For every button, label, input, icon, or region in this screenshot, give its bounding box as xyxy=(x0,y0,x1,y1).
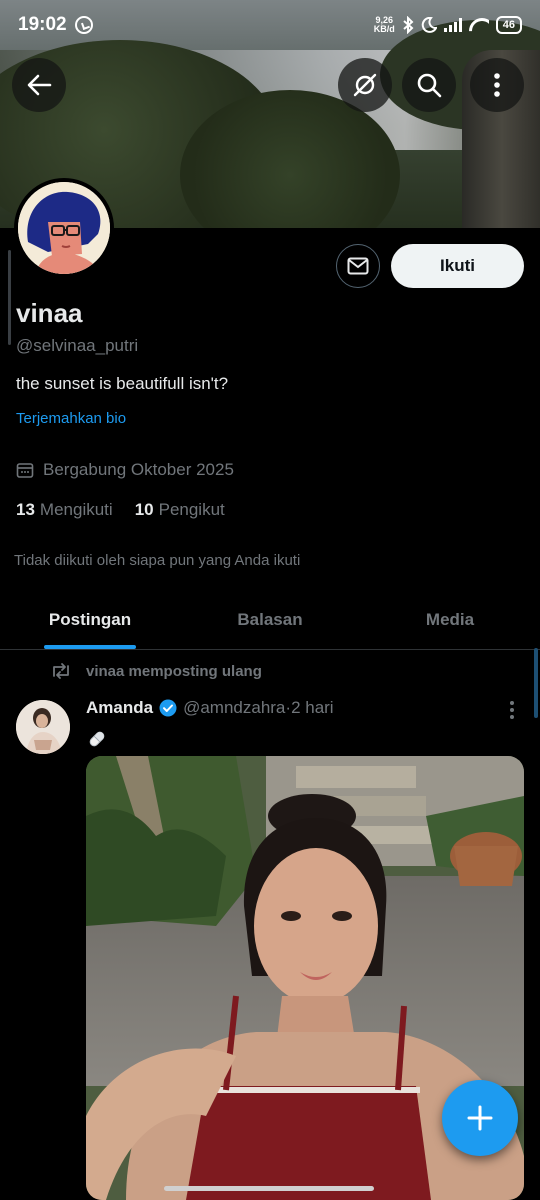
scroll-indicator xyxy=(8,250,11,345)
wifi-icon xyxy=(469,18,489,32)
network-speed: 9,26 KB/d xyxy=(374,16,395,34)
post-header: Amanda @amndzahra · 2 hari xyxy=(86,698,334,718)
status-bar: 19:02 9,26 KB/d 46 xyxy=(0,0,540,50)
grok-icon xyxy=(353,73,377,97)
repost-text: vinaa memposting ulang xyxy=(86,662,262,680)
more-vertical-icon xyxy=(494,73,500,97)
translate-bio-link[interactable]: Terjemahkan bio xyxy=(16,410,126,427)
compose-button[interactable] xyxy=(442,1080,518,1156)
following-label: Mengikuti xyxy=(39,500,113,519)
tab-media-label: Media xyxy=(425,609,475,629)
not-followed-text: Tidak diikuti oleh siapa pun yang Anda i… xyxy=(14,552,301,569)
whatsapp-icon xyxy=(74,16,93,34)
post-more-button[interactable] xyxy=(502,698,522,722)
calendar-icon xyxy=(16,463,34,478)
pill-emoji-icon xyxy=(89,731,105,747)
repost-indicator: vinaa memposting ulang xyxy=(50,662,262,680)
repost-icon xyxy=(53,663,69,679)
plus-icon xyxy=(467,1105,493,1131)
moon-icon xyxy=(421,17,437,33)
bluetooth-icon xyxy=(403,16,414,34)
post-time: 2 hari xyxy=(291,698,334,717)
author-photo xyxy=(16,700,70,754)
tab-replies[interactable]: Balasan xyxy=(180,590,360,649)
envelope-icon xyxy=(347,257,369,275)
joined-text: Bergabung Oktober 2025 xyxy=(43,460,234,479)
followers-count: 10 xyxy=(134,500,154,519)
home-indicator[interactable] xyxy=(164,1186,374,1191)
post-author-name[interactable]: Amanda xyxy=(86,698,153,718)
search-icon xyxy=(417,73,442,98)
post-author-avatar[interactable] xyxy=(16,700,70,754)
tab-posts[interactable]: Postingan xyxy=(0,590,180,649)
tab-posts-label: Postingan xyxy=(48,609,132,629)
profile-handle: @selvinaa_putri xyxy=(16,336,139,355)
more-dot xyxy=(510,701,514,705)
back-arrow-icon xyxy=(27,74,52,96)
signal-icon xyxy=(443,18,462,32)
profile-avatar[interactable] xyxy=(14,178,114,278)
feed-scroll-indicator xyxy=(534,648,538,718)
active-tab-indicator xyxy=(44,645,136,649)
display-name: vinaa xyxy=(16,298,83,328)
post-author-handle[interactable]: @amndzahra xyxy=(183,698,285,718)
back-button[interactable] xyxy=(12,58,66,112)
following-link[interactable]: 13 Mengikuti xyxy=(16,500,113,520)
more-dot xyxy=(510,715,514,719)
follow-button[interactable]: Ikuti xyxy=(391,244,524,288)
network-speed-unit: KB/d xyxy=(373,24,395,34)
tab-replies-label: Balasan xyxy=(237,609,303,629)
following-count: 13 xyxy=(16,500,35,519)
verified-badge-icon xyxy=(159,699,177,717)
joined-date: Bergabung Oktober 2025 xyxy=(16,460,234,480)
followers-link[interactable]: 10 Pengikut xyxy=(135,500,225,520)
follow-stats: 13 Mengikuti 10 Pengikut xyxy=(16,500,225,520)
more-dot xyxy=(510,708,514,712)
grok-button[interactable] xyxy=(338,58,392,112)
status-time: 19:02 xyxy=(18,14,67,35)
search-button[interactable] xyxy=(402,58,456,112)
more-options-button[interactable] xyxy=(470,58,524,112)
battery-icon: 46 xyxy=(495,16,522,34)
avatar-illustration xyxy=(18,182,110,274)
status-indicators: 9,26 KB/d 46 xyxy=(374,16,522,34)
tab-media[interactable]: Media xyxy=(360,590,540,649)
profile-bio: the sunset is beautifull isn't? xyxy=(16,374,229,393)
message-button[interactable] xyxy=(336,244,380,288)
followers-label: Pengikut xyxy=(158,500,225,519)
profile-tabs: Postingan Balasan Media xyxy=(0,590,540,650)
